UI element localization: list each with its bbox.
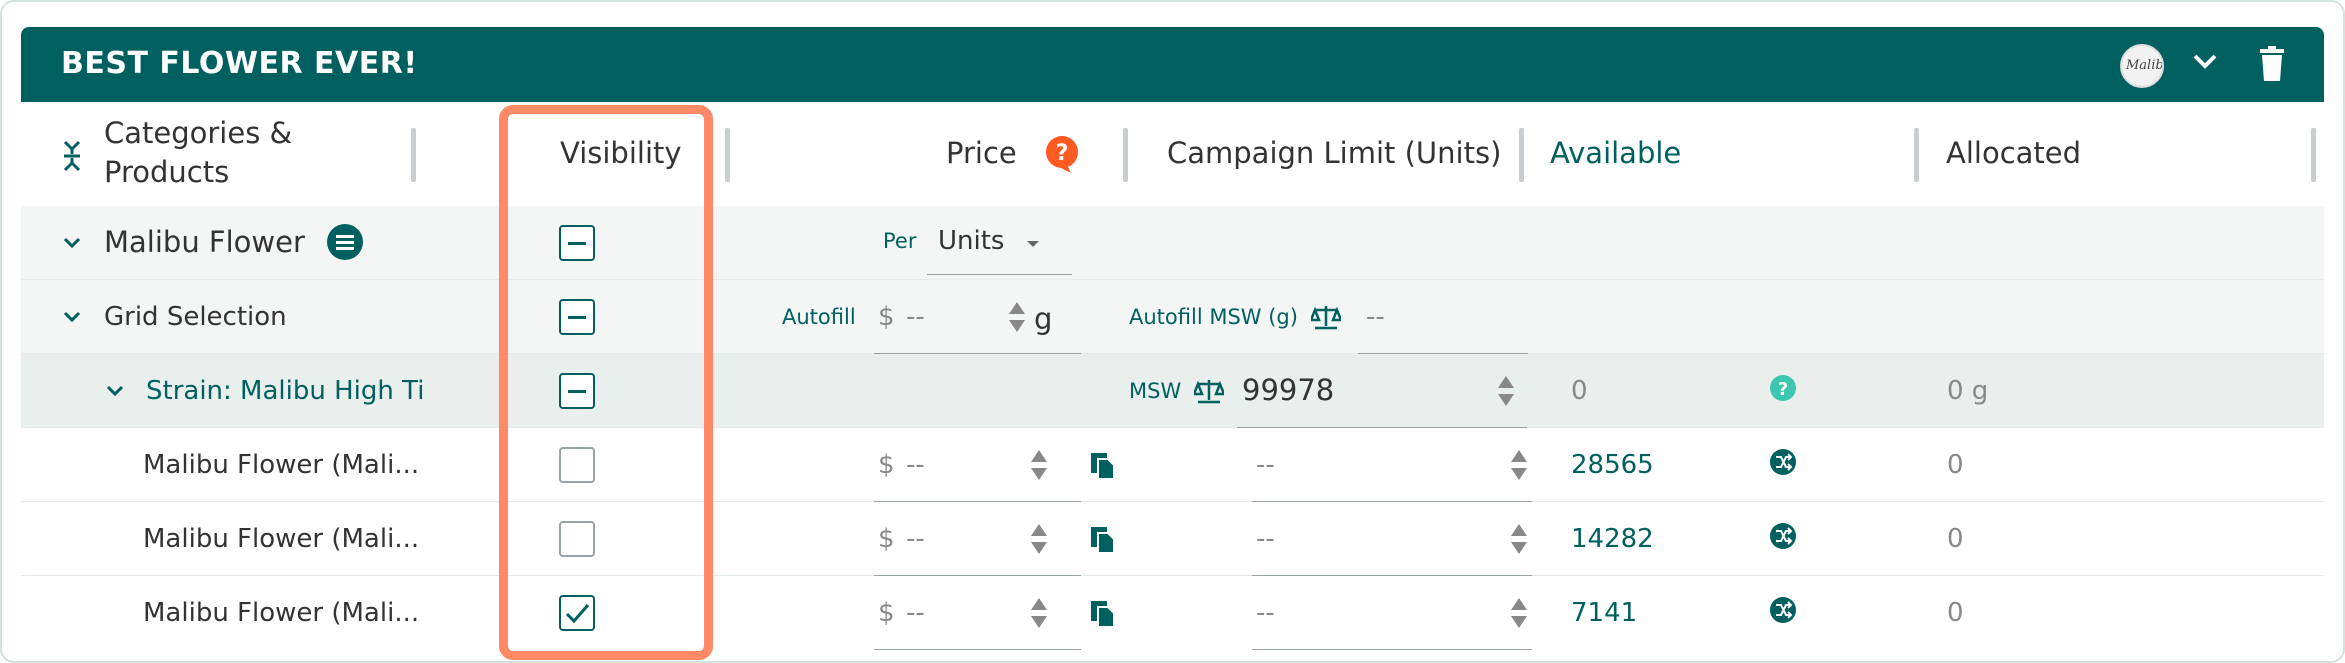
chevron-down-icon[interactable]	[106, 385, 124, 397]
price-input[interactable]: --	[906, 450, 925, 480]
brand-avatar[interactable]: Malibu	[2120, 44, 2164, 88]
available-value: 0	[1571, 376, 1588, 406]
allocated-value: 0 g	[1947, 376, 1989, 406]
shuffle-icon[interactable]	[1769, 596, 1797, 624]
allocated-header: Allocated	[1946, 136, 2082, 170]
menu-icon[interactable]	[326, 223, 364, 261]
campaign-limit-input[interactable]: --	[1256, 598, 1275, 628]
chevron-down-icon[interactable]	[63, 311, 81, 323]
svg-text:?: ?	[1056, 141, 1069, 166]
autofill-msw-input[interactable]: --	[1366, 302, 1385, 332]
stepper-icon[interactable]	[1007, 300, 1027, 334]
product-row: Malibu Flower (Mali... $ -- -- 14282 0	[21, 502, 2324, 576]
stepper-icon[interactable]	[1509, 448, 1529, 482]
chevron-down-icon[interactable]	[2191, 51, 2219, 71]
allocated-value: 0	[1947, 450, 1964, 480]
autofill-label: Autofill	[782, 305, 856, 329]
strain-name[interactable]: Strain: Malibu High Ti	[146, 376, 424, 406]
msw-input[interactable]: 99978	[1242, 373, 1334, 407]
stepper-icon[interactable]	[1029, 596, 1049, 630]
categories-header: Categories &	[104, 116, 293, 150]
product-name[interactable]: Malibu Flower (Mali...	[143, 598, 419, 628]
campaign-title: BEST FLOWER EVER!	[61, 46, 418, 81]
brand-name: Malibu Flower	[104, 225, 305, 259]
price-header: Price	[946, 136, 1017, 170]
copy-icon[interactable]	[1090, 452, 1116, 480]
grid-selection-row: Grid Selection Autofill $ -- g Autofill …	[21, 280, 2324, 354]
caret-down-icon[interactable]	[1026, 240, 1040, 248]
currency-symbol: $	[878, 598, 895, 628]
campaign-limit-header: Campaign Limit (Units)	[1167, 136, 1502, 170]
product-row: Malibu Flower (Mali... $ -- -- 7141 0	[21, 576, 2324, 650]
chevron-down-icon[interactable]	[63, 237, 81, 249]
column-resizer[interactable]	[2311, 128, 2316, 182]
stepper-icon[interactable]	[1029, 522, 1049, 556]
unit-label: g	[1034, 302, 1053, 336]
copy-icon[interactable]	[1090, 600, 1116, 628]
product-name[interactable]: Malibu Flower (Mali...	[143, 450, 419, 480]
allocated-value: 0	[1947, 524, 1964, 554]
grid-selection-label: Grid Selection	[104, 302, 287, 332]
currency-symbol: $	[878, 302, 895, 332]
strain-row: Strain: Malibu High Ti MSW 99978 0 ? 0 g	[21, 354, 2324, 428]
allocated-value: 0	[1947, 598, 1964, 628]
column-resizer[interactable]	[411, 128, 416, 182]
campaign-limit-input[interactable]: --	[1256, 524, 1275, 554]
price-input[interactable]: --	[906, 524, 925, 554]
per-label: Per	[883, 229, 917, 253]
column-resizer[interactable]	[1519, 128, 1524, 182]
price-input[interactable]: --	[906, 598, 925, 628]
brand-row: Malibu Flower Per Units	[21, 206, 2324, 280]
currency-symbol: $	[878, 450, 895, 480]
scale-icon	[1311, 306, 1341, 330]
autofill-msw-label: Autofill MSW (g)	[1129, 305, 1298, 329]
products-header: Products	[104, 155, 230, 189]
shuffle-icon[interactable]	[1769, 522, 1797, 550]
trash-icon[interactable]	[2258, 46, 2286, 82]
stepper-icon[interactable]	[1509, 522, 1529, 556]
visibility-highlight	[499, 105, 713, 660]
column-resizer[interactable]	[725, 128, 730, 182]
collapse-all-icon[interactable]	[62, 140, 82, 172]
campaign-header: BEST FLOWER EVER! Malibu	[21, 27, 2324, 102]
currency-symbol: $	[878, 524, 895, 554]
column-resizer[interactable]	[1914, 128, 1919, 182]
msw-label: MSW	[1129, 379, 1182, 403]
available-value[interactable]: 28565	[1571, 450, 1654, 480]
scale-icon	[1194, 380, 1224, 404]
available-value[interactable]: 7141	[1571, 598, 1637, 628]
unit-select[interactable]: Units	[938, 226, 1004, 256]
available-value[interactable]: 14282	[1571, 524, 1654, 554]
svg-text:?: ?	[1778, 379, 1788, 400]
stepper-icon[interactable]	[1496, 374, 1516, 408]
shuffle-icon[interactable]	[1769, 448, 1797, 476]
help-icon[interactable]: ?	[1045, 135, 1081, 175]
available-header[interactable]: Available	[1550, 136, 1681, 170]
help-icon[interactable]: ?	[1769, 374, 1797, 402]
copy-icon[interactable]	[1090, 526, 1116, 554]
autofill-price-input[interactable]: --	[906, 302, 925, 332]
column-resizer[interactable]	[1123, 128, 1128, 182]
stepper-icon[interactable]	[1509, 596, 1529, 630]
stepper-icon[interactable]	[1029, 448, 1049, 482]
campaign-limit-input[interactable]: --	[1256, 450, 1275, 480]
product-row: Malibu Flower (Mali... $ -- -- 28565 0	[21, 428, 2324, 502]
product-name[interactable]: Malibu Flower (Mali...	[143, 524, 419, 554]
